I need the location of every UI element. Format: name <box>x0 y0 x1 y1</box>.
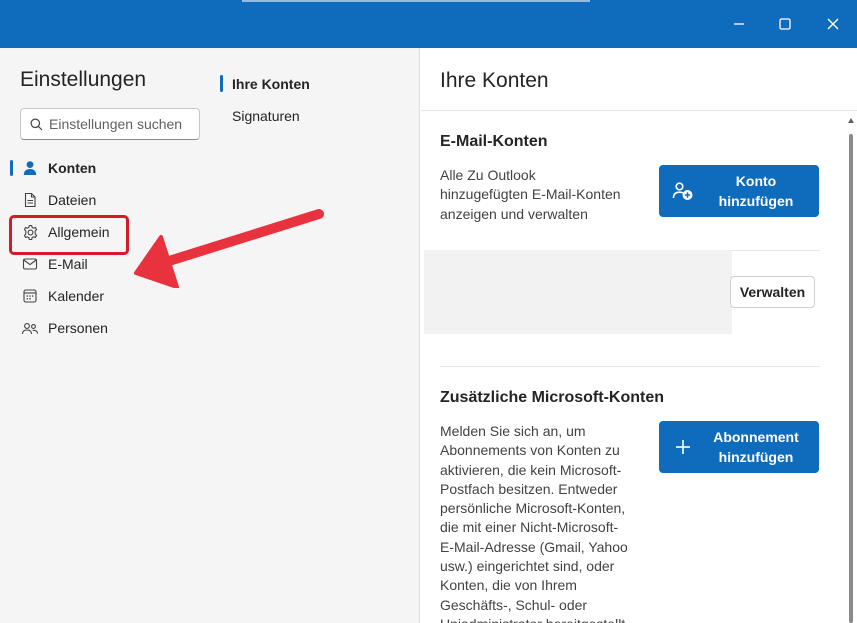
gear-icon <box>21 223 39 241</box>
title-divider <box>421 110 857 111</box>
email-accounts-heading: E-Mail-Konten <box>440 133 548 150</box>
search-icon <box>30 118 43 130</box>
maximize-button[interactable] <box>762 0 808 48</box>
blurred-account-info <box>424 250 732 334</box>
button-label-line: hinzufügen <box>718 449 794 465</box>
scroll-up-icon <box>848 118 854 123</box>
description-line: persönliche Microsoft-Konten, <box>440 500 626 517</box>
person-icon <box>21 159 39 177</box>
description-line: Uniadministrator bereitgestellt <box>440 615 655 623</box>
title-bar <box>0 0 857 48</box>
settings-sidebar: Einstellungen Konten Dateien Allgemein <box>0 48 420 623</box>
add-subscription-button[interactable]: Abonnement hinzufügen <box>659 421 819 473</box>
nav-item-konten[interactable]: Konten <box>0 152 210 184</box>
subnav-item-label: Signaturen <box>232 108 300 124</box>
accounts-subnav: Ihre Konten Signaturen <box>220 68 410 132</box>
mail-icon <box>21 255 39 273</box>
description-line: Alle Zu Outlook <box>440 167 536 183</box>
nav-item-label: Allgemein <box>48 224 110 240</box>
description-line: die mit einer Nicht-Microsoft- <box>440 519 619 536</box>
close-button[interactable] <box>810 0 856 48</box>
maximize-icon <box>779 18 791 30</box>
settings-search-input[interactable] <box>49 116 189 132</box>
description-line: Postfach besitzen. Entweder <box>440 480 618 497</box>
section-divider <box>440 366 820 367</box>
button-label-line: Abonnement <box>713 429 799 445</box>
add-subscription-label: Abonnement hinzufügen <box>707 427 819 467</box>
manage-button[interactable]: Verwalten <box>730 276 815 308</box>
additional-accounts-description: Melden Sie sich an, um Abonnements von K… <box>440 422 655 623</box>
description-line: Geschäfts-, Schul- oder <box>440 596 588 613</box>
scrollbar-thumb[interactable] <box>849 134 853 623</box>
annotation-arrow <box>134 209 324 288</box>
accounts-panel: Ihre Konten E-Mail-Konten Alle Zu Outloo… <box>421 48 857 623</box>
add-account-label: Konto hinzufügen <box>707 171 819 211</box>
button-label-line: Konto <box>735 173 777 189</box>
minimize-button[interactable] <box>716 0 762 48</box>
people-icon <box>21 319 39 337</box>
description-line: aktivieren, die kein Microsoft- <box>440 461 622 478</box>
description-line: Melden Sie sich an, um <box>440 423 586 439</box>
subnav-item-signaturen[interactable]: Signaturen <box>220 100 410 132</box>
subnav-item-label: Ihre Konten <box>232 76 310 92</box>
description-line: Abonnements von Konten zu <box>440 442 620 459</box>
description-line: Konten, die von Ihrem <box>440 577 577 594</box>
description-line: usw.) eingerichtet sind, oder <box>440 558 615 575</box>
page-title: Ihre Konten <box>440 69 549 92</box>
vertical-scrollbar[interactable] <box>845 112 857 623</box>
minimize-icon <box>734 23 744 25</box>
add-person-icon <box>659 181 707 201</box>
document-icon <box>21 191 39 209</box>
plus-icon <box>659 438 707 456</box>
button-label-line: hinzufügen <box>718 193 794 209</box>
nav-item-label: Kalender <box>48 288 105 304</box>
email-accounts-description: Alle Zu Outlook hinzugefügten E-Mail-Kon… <box>440 166 650 224</box>
close-icon <box>827 18 839 30</box>
additional-accounts-heading: Zusätzliche Microsoft-Konten <box>440 389 665 406</box>
subnav-item-ihre-konten[interactable]: Ihre Konten <box>220 68 410 100</box>
nav-item-label: Konten <box>48 160 97 176</box>
settings-title: Einstellungen <box>20 68 147 91</box>
description-line: E-Mail-Adresse (Gmail, Yahoo <box>440 538 628 555</box>
title-bar-highlight <box>242 0 590 2</box>
nav-item-label: Dateien <box>48 192 97 208</box>
add-account-button[interactable]: Konto hinzufügen <box>659 165 819 217</box>
description-line: hinzugefügten E-Mail-Konten <box>440 186 621 203</box>
calendar-icon <box>21 287 39 305</box>
nav-item-personen[interactable]: Personen <box>0 312 210 344</box>
nav-item-label: E-Mail <box>48 256 88 272</box>
settings-search-box[interactable] <box>20 108 200 140</box>
description-line: anzeigen und verwalten <box>440 205 588 222</box>
nav-item-label: Personen <box>48 320 108 336</box>
